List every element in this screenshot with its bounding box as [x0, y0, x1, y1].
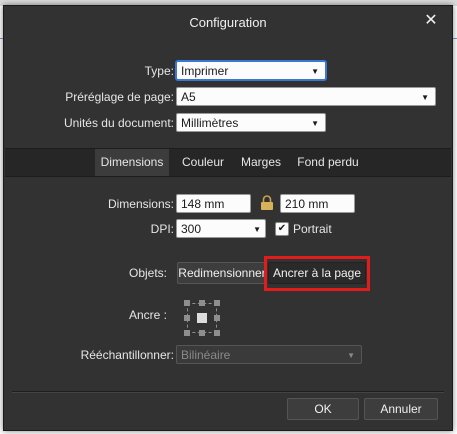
chevron-down-icon: ▼ [311, 67, 319, 76]
preset-label: Préréglage de page: [65, 90, 174, 104]
portrait-label: Portrait [293, 222, 332, 236]
dpi-value: 300 [181, 222, 202, 236]
width-input[interactable]: 148 mm [176, 194, 251, 213]
preset-value: A5 [181, 90, 196, 104]
anchor-point-top-left[interactable] [184, 300, 190, 306]
tab-bar: Dimensions Couleur Marges Fond perdu [5, 148, 451, 177]
footer-divider [12, 391, 444, 393]
tab-couleur[interactable]: Couleur [175, 149, 231, 176]
anchor-point-top[interactable] [199, 300, 205, 306]
height-input[interactable]: 210 mm [280, 194, 355, 213]
close-icon[interactable]: ✕ [422, 12, 440, 30]
resample-label: Rééchantillonner: [80, 348, 174, 362]
anchor-point-bottom[interactable] [199, 330, 205, 336]
dpi-select[interactable]: 300 ▼ [176, 219, 266, 238]
preset-select[interactable]: A5 ▼ [176, 87, 436, 106]
highlight-box [264, 256, 370, 291]
chevron-down-icon: ▼ [253, 225, 261, 234]
check-icon: ✔ [277, 223, 287, 234]
ok-button[interactable]: OK [287, 398, 359, 420]
tab-dimensions[interactable]: Dimensions [95, 149, 169, 176]
portrait-checkbox[interactable]: ✔ [275, 222, 289, 236]
units-label: Unités du document: [63, 116, 174, 130]
anchor-point-left[interactable] [184, 315, 190, 321]
type-select[interactable]: Imprimer ▼ [176, 61, 326, 80]
objects-label: Objets: [128, 266, 167, 280]
anchor-selector[interactable] [184, 300, 220, 336]
units-select[interactable]: Millimètres ▼ [176, 113, 326, 132]
type-label: Type: [144, 64, 174, 78]
resample-select[interactable]: Bilinéaire ▼ [176, 345, 362, 364]
dialog-title: Configuration [189, 15, 267, 30]
configuration-dialog: Configuration ✕ Type: Imprimer ▼ Prérégl… [3, 5, 453, 431]
anchor-point-center[interactable] [197, 313, 207, 323]
anchor-point-bottom-left[interactable] [184, 330, 190, 336]
cancel-button[interactable]: Annuler [364, 398, 438, 420]
dpi-label: DPI: [150, 222, 174, 236]
padlock-icon[interactable] [260, 195, 274, 211]
anchor-label: Ancre : [128, 308, 167, 322]
dimensions-label: Dimensions: [107, 197, 174, 211]
units-value: Millimètres [181, 116, 239, 130]
chevron-down-icon: ▼ [421, 93, 429, 102]
type-value: Imprimer [181, 64, 229, 78]
tab-marges[interactable]: Marges [236, 149, 286, 176]
resize-button[interactable]: Redimensionner [177, 262, 267, 284]
chevron-down-icon: ▼ [311, 119, 319, 128]
chevron-down-icon: ▼ [347, 351, 355, 360]
anchor-point-bottom-right[interactable] [214, 330, 220, 336]
resample-value: Bilinéaire [181, 348, 231, 362]
anchor-point-top-right[interactable] [214, 300, 220, 306]
dialog-titlebar: Configuration ✕ [4, 6, 452, 39]
anchor-point-right[interactable] [214, 315, 220, 321]
tab-fond-perdu[interactable]: Fond perdu [291, 149, 365, 176]
